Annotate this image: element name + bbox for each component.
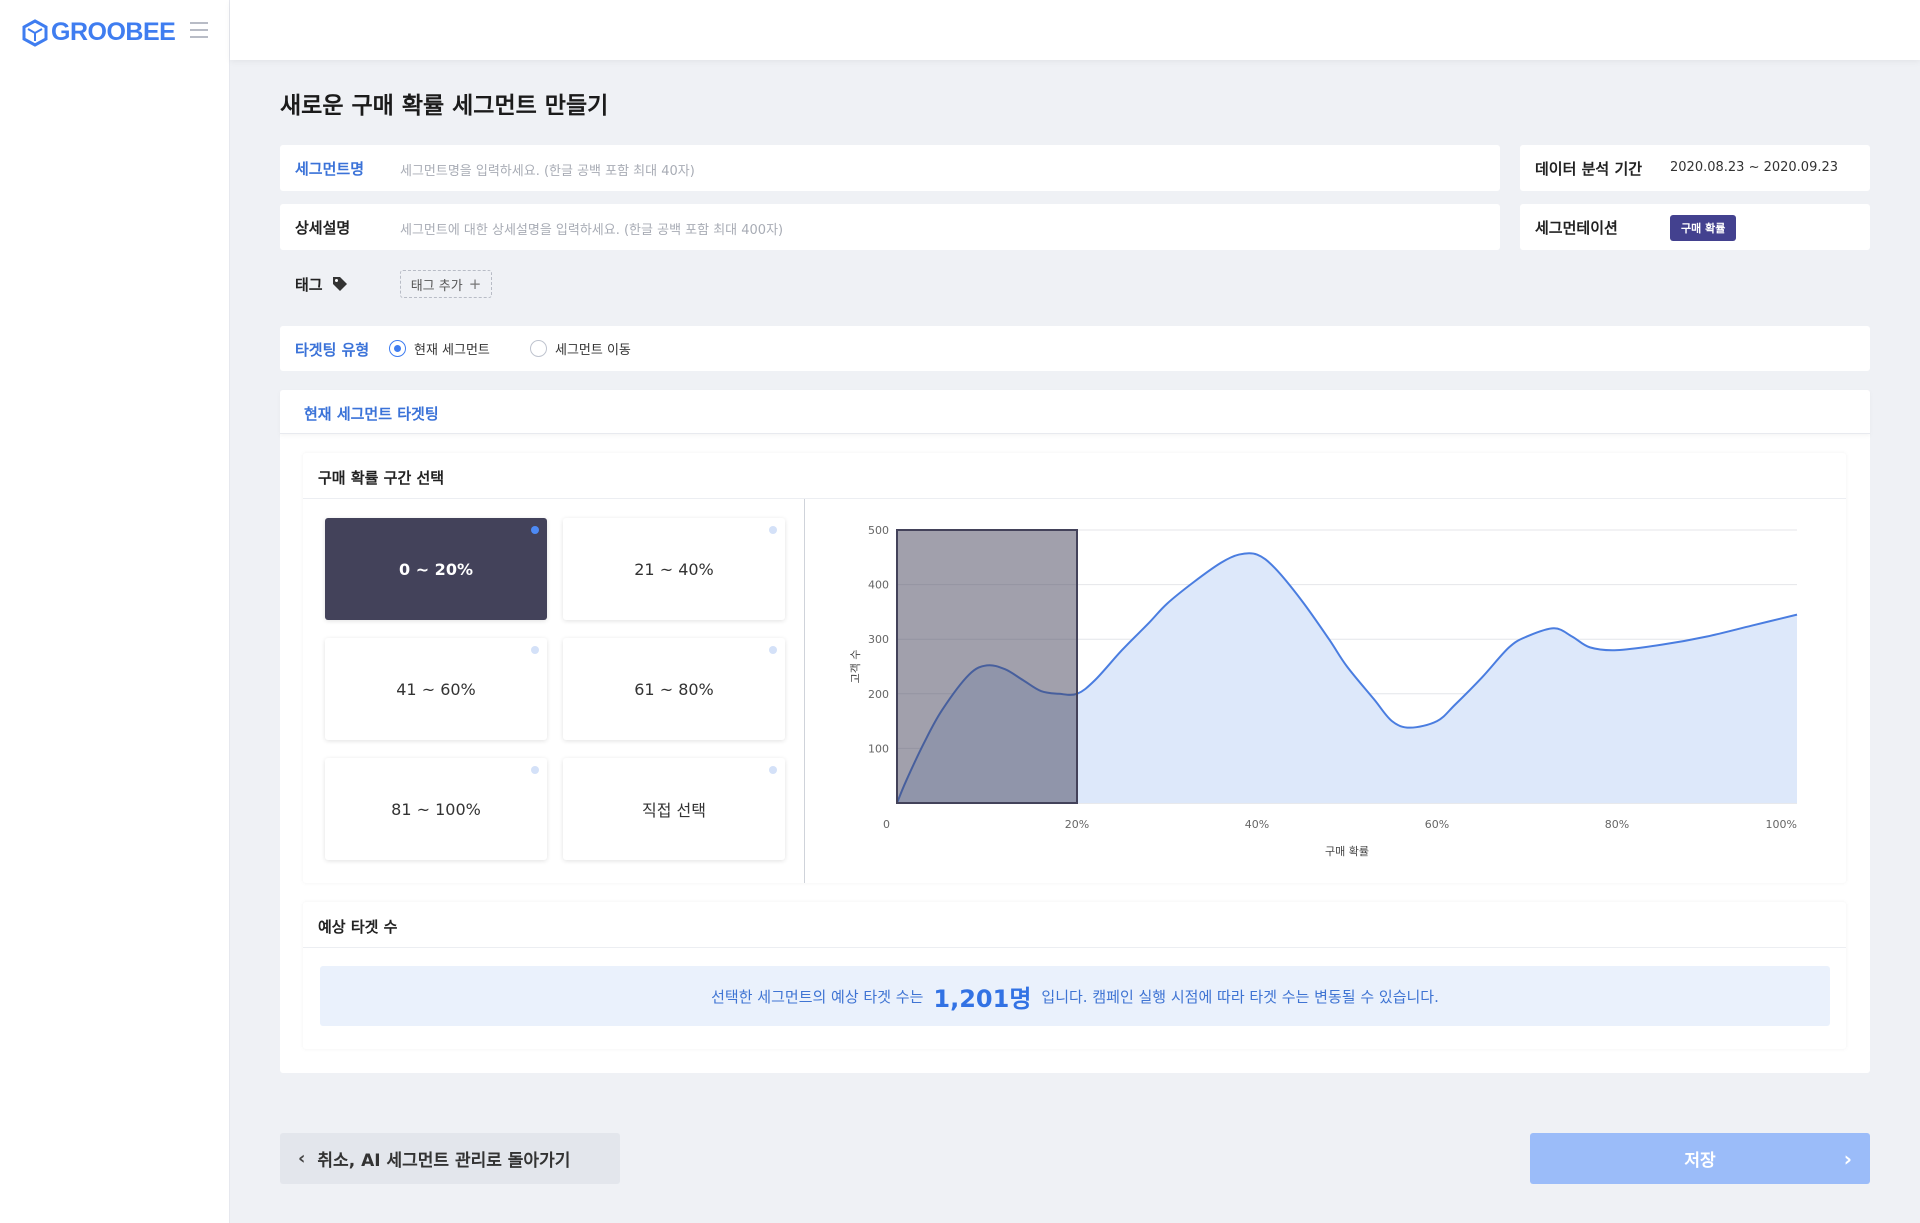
- tag-icon: [333, 277, 347, 291]
- estimate-count: 1,201명: [933, 984, 1032, 1013]
- period-label: 데이터 분석 기간: [1535, 160, 1643, 178]
- targeting-type-row: 타겟팅 유형 현재 세그먼트 세그먼트 이동: [280, 326, 1870, 371]
- radio-unchecked-icon: [530, 340, 547, 357]
- segment-name-input[interactable]: 세그먼트명을 입력하세요. (한글 공백 포함 최대 40자): [400, 160, 695, 179]
- detail-input[interactable]: 세그먼트에 대한 상세설명을 입력하세요. (한글 공백 포함 최대 400자): [400, 219, 783, 238]
- brand-name: GROOBEE: [51, 18, 176, 46]
- segment-name-field[interactable]: 세그먼트명 세그먼트명을 입력하세요. (한글 공백 포함 최대 40자): [280, 145, 1500, 191]
- targeting-panel-title: 현재 세그먼트 타겟팅: [304, 405, 439, 423]
- x-axis-label: 구매 확률: [1325, 845, 1369, 858]
- range-button-61-80[interactable]: 61 ~ 80%: [563, 638, 785, 740]
- menu-icon[interactable]: [190, 22, 208, 38]
- range-button-81-100[interactable]: 81 ~ 100%: [325, 758, 547, 860]
- indicator-dot: [531, 646, 539, 654]
- indicator-dot: [531, 526, 539, 534]
- estimate-header: 예상 타겟 수: [303, 902, 1846, 948]
- x-tick-label: 100%: [1766, 818, 1797, 831]
- range-button-custom[interactable]: 직접 선택: [563, 758, 785, 860]
- cancel-button-label: 취소, AI 세그먼트 관리로 돌아가기: [317, 1151, 571, 1171]
- chevron-right-icon: ›: [1843, 1146, 1852, 1171]
- divider: [804, 499, 805, 883]
- top-bar: [230, 0, 1920, 60]
- selected-range-overlay: [896, 529, 1078, 804]
- x-tick-label: 80%: [1605, 818, 1629, 831]
- add-tag-label: 태그 추가: [410, 278, 463, 294]
- chevron-left-icon: ‹: [298, 1148, 306, 1169]
- y-tick-label: 500: [868, 524, 889, 537]
- page-title: 새로운 구매 확률 세그먼트 만들기: [280, 93, 609, 119]
- indicator-dot: [531, 766, 539, 774]
- segmentation-badge: 구매 확률: [1670, 215, 1737, 241]
- detail-field[interactable]: 상세설명 세그먼트에 대한 상세설명을 입력하세요. (한글 공백 포함 최대 …: [280, 204, 1500, 250]
- x-tick-label: 60%: [1425, 818, 1449, 831]
- range-button-0-20[interactable]: 0 ~ 20%: [325, 518, 547, 620]
- x-tick-label: 20%: [1065, 818, 1089, 831]
- radio-segment-move-label: 세그먼트 이동: [555, 343, 631, 358]
- indicator-dot: [769, 526, 777, 534]
- x-tick-label: 40%: [1245, 818, 1269, 831]
- y-tick-label: 100: [868, 742, 889, 755]
- segmentation-label: 세그먼테이션: [1535, 219, 1618, 237]
- range-button-label: 21 ~ 40%: [634, 559, 714, 579]
- estimate-message: 선택한 세그먼트의 예상 타겟 수는 1,201명 입니다. 캠페인 실행 시점…: [320, 966, 1830, 1026]
- analysis-period-card: 데이터 분석 기간 2020.08.23 ~ 2020.09.23: [1520, 145, 1870, 191]
- estimate-suffix: 입니다. 캠페인 실행 시점에 따라 타겟 수는 변동될 수 있습니다.: [1041, 987, 1439, 1006]
- estimate-prefix: 선택한 세그먼트의 예상 타겟 수는: [711, 987, 924, 1006]
- radio-checked-icon: [389, 340, 406, 357]
- targeting-type-label: 타겟팅 유형: [295, 341, 370, 359]
- range-button-41-60[interactable]: 41 ~ 60%: [325, 638, 547, 740]
- save-button-label: 저장: [1684, 1151, 1716, 1171]
- save-button[interactable]: 저장 ›: [1530, 1133, 1870, 1184]
- hexagon-logo-icon: [22, 18, 48, 47]
- radio-segment-move[interactable]: 세그먼트 이동: [530, 339, 631, 358]
- range-select-header: 구매 확률 구간 선택: [303, 453, 1846, 499]
- cancel-button[interactable]: ‹ 취소, AI 세그먼트 관리로 돌아가기: [280, 1133, 620, 1184]
- plus-icon: +: [468, 275, 482, 293]
- add-tag-button[interactable]: 태그 추가 +: [400, 270, 492, 298]
- indicator-dot: [769, 646, 777, 654]
- tag-label: 태그: [295, 276, 323, 294]
- x-tick-label: 0: [883, 818, 890, 831]
- range-select-title: 구매 확률 구간 선택: [318, 469, 445, 487]
- y-tick-label: 300: [868, 633, 889, 646]
- radio-current-segment[interactable]: 현재 세그먼트: [389, 339, 490, 358]
- range-button-label: 41 ~ 60%: [396, 679, 476, 699]
- y-axis-label: 고객 수: [849, 650, 862, 684]
- segment-name-label: 세그먼트명: [295, 160, 365, 178]
- sidebar: GROOBEE: [0, 0, 230, 1223]
- segmentation-card: 세그먼테이션 구매 확률: [1520, 204, 1870, 250]
- y-tick-label: 400: [868, 579, 889, 592]
- range-button-label: 61 ~ 80%: [634, 679, 714, 699]
- indicator-dot: [769, 766, 777, 774]
- period-value: 2020.08.23 ~ 2020.09.23: [1670, 160, 1839, 175]
- estimate-title: 예상 타겟 수: [318, 918, 398, 936]
- range-button-label: 직접 선택: [642, 801, 706, 820]
- radio-current-segment-label: 현재 세그먼트: [414, 343, 490, 358]
- range-button-label: 0 ~ 20%: [399, 559, 473, 579]
- targeting-panel-header: 현재 세그먼트 타겟팅: [280, 390, 1870, 434]
- y-tick-label: 200: [868, 688, 889, 701]
- purchase-probability-chart[interactable]: 100 200 300 400 500 0 20% 40% 60% 80% 100% 구매 확률 고객 …: [820, 510, 1820, 870]
- detail-label: 상세설명: [295, 219, 351, 237]
- range-button-label: 81 ~ 100%: [391, 799, 481, 819]
- brand-logo[interactable]: GROOBEE: [22, 18, 176, 47]
- range-button-21-40[interactable]: 21 ~ 40%: [563, 518, 785, 620]
